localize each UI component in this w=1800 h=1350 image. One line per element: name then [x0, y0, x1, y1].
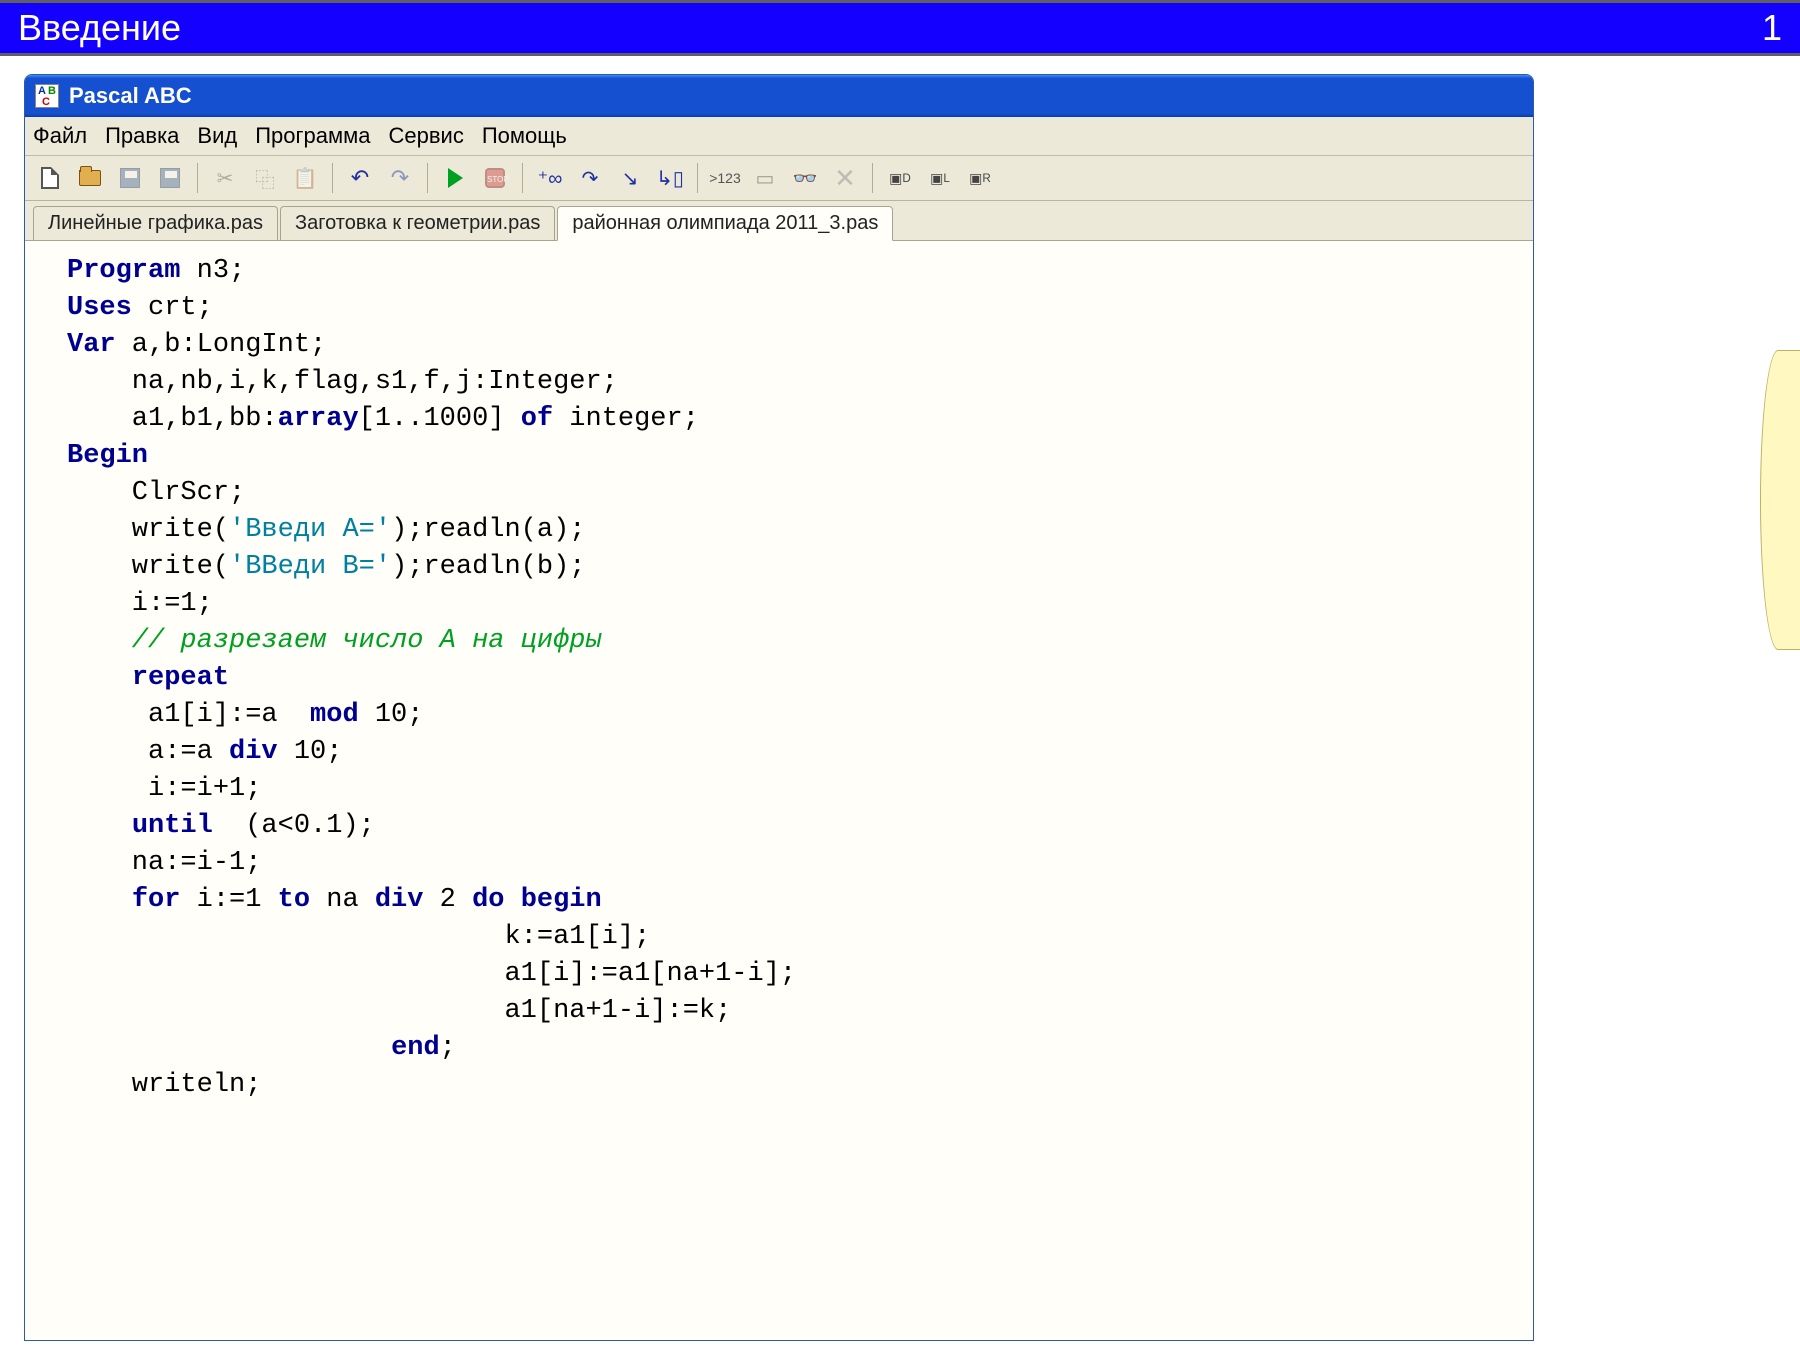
string-literal: 'Введи A=' — [229, 515, 391, 545]
step-over-button[interactable]: ↷ — [573, 161, 607, 195]
code-text: write( — [67, 552, 229, 582]
code-text: );readln(a); — [391, 515, 585, 545]
code-text: i:=1 — [180, 885, 277, 915]
sticky-note — [1760, 350, 1800, 650]
keyword: of — [521, 404, 553, 434]
keyword: begin — [521, 885, 602, 915]
menu-tools[interactable]: Сервис — [389, 123, 464, 149]
window-button[interactable]: ▭ — [748, 161, 782, 195]
file-tab-active[interactable]: районная олимпиада 2011_3.pas — [557, 206, 893, 241]
code-text: 10; — [359, 700, 424, 730]
code-text: i:=i+1; — [67, 774, 261, 804]
file-tab[interactable]: Заготовка к геометрии.pas — [280, 206, 555, 240]
toolbar-separator — [332, 163, 333, 193]
comment: // разрезаем число A на цифры — [67, 626, 602, 656]
close-button[interactable]: ✕ — [828, 161, 862, 195]
code-text: n3; — [180, 256, 245, 286]
toolbar-separator — [522, 163, 523, 193]
watch-button[interactable]: >123 — [708, 161, 742, 195]
app-icon: C — [35, 84, 59, 108]
slide-header: Введение 1 — [0, 0, 1800, 56]
code-text: crt; — [132, 293, 213, 323]
code-text: [1..1000] — [359, 404, 521, 434]
step-into-button[interactable]: ↘ — [613, 161, 647, 195]
debug-r-button[interactable]: ▣R — [963, 161, 997, 195]
code-text: 2 — [423, 885, 472, 915]
code-text: a1[na+1-i]:=k; — [67, 996, 731, 1026]
file-tab[interactable]: Линейные графика.pas — [33, 206, 278, 240]
code-text: ; — [440, 1033, 456, 1063]
run-button[interactable] — [438, 161, 472, 195]
code-text: a1[i]:=a1[na+1-i]; — [67, 959, 796, 989]
code-text: write( — [67, 515, 229, 545]
keyword: Uses — [67, 293, 132, 323]
keyword: div — [375, 885, 424, 915]
code-text: integer; — [553, 404, 699, 434]
toolbar-separator — [872, 163, 873, 193]
menu-file[interactable]: Файл — [33, 123, 87, 149]
slide-number: 1 — [1762, 7, 1782, 49]
toolbar-separator — [697, 163, 698, 193]
code-text: );readln(b); — [391, 552, 585, 582]
code-text: i:=1; — [67, 589, 213, 619]
tabbar: Линейные графика.pas Заготовка к геометр… — [25, 201, 1533, 240]
toolbar: ✂ ⿻ 📋 ↶ ↷ STOP ⁺∞ ↷ ↘ ↳▯ >123 ▭ 👓 ✕ ▣D ▣… — [25, 156, 1533, 201]
code-text: ClrScr; — [67, 478, 245, 508]
toolbar-separator — [427, 163, 428, 193]
code-editor[interactable]: Program n3; Uses crt; Var a,b:LongInt; n… — [25, 240, 1533, 1340]
keyword: repeat — [132, 663, 229, 693]
redo-button[interactable]: ↷ — [383, 161, 417, 195]
view-button[interactable]: 👓 — [788, 161, 822, 195]
copy-button[interactable]: ⿻ — [248, 161, 282, 195]
slide-title: Введение — [18, 7, 181, 49]
code-text: k:=a1[i]; — [67, 922, 650, 952]
keyword: array — [278, 404, 359, 434]
keyword: until — [132, 811, 213, 841]
toolbar-separator — [197, 163, 198, 193]
paste-button[interactable]: 📋 — [288, 161, 322, 195]
new-file-button[interactable] — [33, 161, 67, 195]
trace-button[interactable]: ↳▯ — [653, 161, 687, 195]
menu-edit[interactable]: Правка — [105, 123, 179, 149]
code-text: a,b:LongInt; — [116, 330, 327, 360]
code-text: a1,b1,bb: — [67, 404, 278, 434]
open-file-button[interactable] — [73, 161, 107, 195]
keyword: do — [472, 885, 504, 915]
keyword: mod — [310, 700, 359, 730]
code-text: na:=i-1; — [67, 848, 261, 878]
code-text: na — [310, 885, 375, 915]
save-button[interactable] — [113, 161, 147, 195]
debug-l-button[interactable]: ▣L — [923, 161, 957, 195]
keyword: to — [278, 885, 310, 915]
stop-button[interactable]: STOP — [478, 161, 512, 195]
keyword: end — [391, 1033, 440, 1063]
add-watch-button[interactable]: ⁺∞ — [533, 161, 567, 195]
save-all-button[interactable] — [153, 161, 187, 195]
menubar: Файл Правка Вид Программа Сервис Помощь — [25, 117, 1533, 156]
keyword: Var — [67, 330, 116, 360]
app-window: C Pascal ABC Файл Правка Вид Программа С… — [24, 74, 1534, 1341]
keyword: for — [132, 885, 181, 915]
code-text: 10; — [278, 737, 343, 767]
undo-button[interactable]: ↶ — [343, 161, 377, 195]
menu-view[interactable]: Вид — [197, 123, 237, 149]
cut-button[interactable]: ✂ — [208, 161, 242, 195]
code-text: (a<0.1); — [213, 811, 375, 841]
debug-d-button[interactable]: ▣D — [883, 161, 917, 195]
titlebar: C Pascal ABC — [25, 75, 1533, 117]
code-text: na,nb,i,k,flag,s1,f,j:Integer; — [67, 367, 618, 397]
keyword: Begin — [67, 441, 148, 471]
code-text: writeln; — [67, 1070, 261, 1100]
string-literal: 'ВВеди B=' — [229, 552, 391, 582]
keyword: div — [229, 737, 278, 767]
window-title: Pascal ABC — [69, 83, 192, 109]
code-text: a:=a — [67, 737, 229, 767]
keyword: Program — [67, 256, 180, 286]
code-text: a1[i]:=a — [67, 700, 310, 730]
menu-help[interactable]: Помощь — [482, 123, 567, 149]
menu-program[interactable]: Программа — [255, 123, 370, 149]
